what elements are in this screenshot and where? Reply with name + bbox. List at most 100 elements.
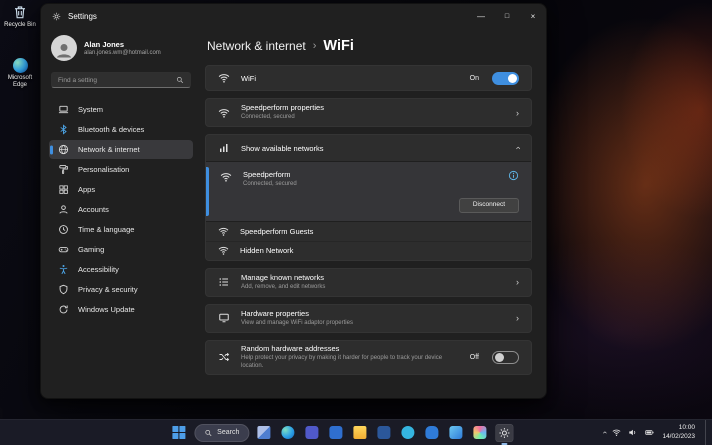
show-desktop-button[interactable]	[705, 420, 708, 445]
sidebar-item-label: Privacy & security	[78, 285, 138, 294]
connected-network-item[interactable]: Speedperform Connected, secured Disconne…	[206, 161, 531, 222]
settings-window: Settings — □ × Alan Jones alan.jones.wm@…	[40, 3, 547, 399]
titlebar[interactable]: Settings — □ ×	[41, 4, 546, 28]
sidebar-item-network-and-internet[interactable]: Network & internet	[49, 140, 193, 159]
shuffle-icon	[218, 351, 230, 363]
taskbar-app-onedrive[interactable]	[423, 424, 441, 442]
taskbar-app-store[interactable]	[447, 424, 465, 442]
desktop-icon-recycle-bin[interactable]: Recycle Bin	[1, 4, 39, 29]
taskbar-app-teams[interactable]	[303, 424, 321, 442]
sidebar-item-label: Time & language	[78, 225, 134, 234]
network-item-hidden-network[interactable]: Hidden Network	[206, 241, 531, 260]
show-available-networks-header[interactable]: Show available networks ›	[206, 135, 531, 161]
properties-title: Speedperform properties	[241, 103, 505, 112]
sidebar-item-gaming[interactable]: Gaming	[49, 240, 193, 259]
info-icon[interactable]	[508, 170, 519, 181]
account-profile[interactable]: Alan Jones alan.jones.wm@hotmail.com	[51, 35, 191, 61]
sidebar-item-label: Accessibility	[78, 265, 119, 274]
sidebar-item-label: Network & internet	[78, 145, 140, 154]
taskbar-app-edge[interactable]	[279, 424, 297, 442]
taskbar-clock[interactable]: 10:00 14/02/2023	[662, 424, 695, 441]
sidebar-item-personalisation[interactable]: Personalisation	[49, 160, 193, 179]
desktop-icon-label: Recycle Bin	[4, 22, 36, 29]
desktop-icon-label: Microsoft Edge	[1, 75, 39, 89]
clock-date: 14/02/2023	[662, 433, 695, 441]
page-title: WiFi	[323, 38, 353, 54]
taskbar-search[interactable]: Search	[194, 424, 249, 442]
sidebar-item-label: Gaming	[78, 245, 104, 254]
close-button[interactable]: ×	[520, 4, 546, 28]
taskbar-app-word[interactable]	[375, 424, 393, 442]
sidebar-item-bluetooth-and-devices[interactable]: Bluetooth & devices	[49, 120, 193, 139]
wifi-icon	[220, 171, 232, 183]
properties-subtitle: Connected, secured	[241, 113, 505, 121]
hardware-properties-row[interactable]: Hardware properties View and manage WiFi…	[205, 304, 532, 333]
wifi-icon	[218, 245, 229, 256]
privacy-icon	[58, 284, 69, 295]
wifi-toggle-state: On	[470, 75, 479, 82]
wifi-tray-icon[interactable]	[612, 428, 621, 437]
profile-name: Alan Jones	[84, 40, 161, 49]
random-hardware-toggle[interactable]	[492, 351, 519, 364]
connected-network-name: Speedperform	[243, 170, 297, 179]
sidebar-item-time-and-language[interactable]: Time & language	[49, 220, 193, 239]
random-hardware-addresses-row[interactable]: Random hardware addresses Help protect y…	[205, 340, 532, 375]
minimize-button[interactable]: —	[468, 4, 494, 28]
search-box[interactable]	[51, 72, 191, 88]
bluetooth-icon	[58, 124, 69, 135]
network-item-name: Hidden Network	[240, 246, 293, 255]
taskbar-app-task-view[interactable]	[255, 424, 273, 442]
manage-known-networks-row[interactable]: Manage known networks Add, remove, and e…	[205, 268, 532, 297]
random-subtitle: Help protect your privacy by making it h…	[241, 354, 459, 371]
wifi-icon	[218, 226, 229, 237]
sidebar-item-accessibility[interactable]: Accessibility	[49, 260, 193, 279]
breadcrumb-separator-icon: ›	[313, 40, 317, 52]
sidebar: Alan Jones alan.jones.wm@hotmail.com Sys…	[41, 28, 199, 398]
battery-tray-icon[interactable]	[644, 428, 655, 437]
random-toggle-state: Off	[470, 354, 479, 361]
sidebar-item-label: Windows Update	[78, 305, 135, 314]
network-list: Speedperform Guests Hidden Network	[206, 222, 531, 260]
main-content: Network & internet › WiFi WiFi On	[199, 28, 546, 398]
sidebar-item-apps[interactable]: Apps	[49, 180, 193, 199]
wifi-toggle-row[interactable]: WiFi On	[205, 65, 532, 91]
taskbar-app-skype[interactable]	[399, 424, 417, 442]
wifi-toggle[interactable]	[492, 72, 519, 85]
desktop-icon-microsoft-edge[interactable]: Microsoft Edge	[1, 58, 39, 89]
manage-title: Manage known networks	[241, 273, 505, 282]
taskbar-app-file-explorer[interactable]	[351, 424, 369, 442]
sidebar-item-windows-update[interactable]: Windows Update	[49, 300, 193, 319]
taskbar-app-photos[interactable]	[471, 424, 489, 442]
network-properties-row[interactable]: Speedperform properties Connected, secur…	[205, 98, 532, 127]
available-networks-label: Show available networks	[241, 144, 505, 153]
edge-icon	[282, 426, 295, 439]
network-item-speedperform-guests[interactable]: Speedperform Guests	[206, 222, 531, 241]
wifi-row-label: WiFi	[241, 74, 459, 83]
volume-tray-icon[interactable]	[628, 428, 637, 437]
start-button[interactable]	[170, 424, 188, 442]
personalisation-icon	[58, 164, 69, 175]
breadcrumb-parent[interactable]: Network & internet	[207, 39, 306, 53]
hardware-title: Hardware properties	[241, 309, 505, 318]
wifi-icon	[218, 72, 230, 84]
taskbar-app-outlook[interactable]	[327, 424, 345, 442]
taskbar-search-label: Search	[217, 429, 239, 436]
wifi-icon	[218, 107, 230, 119]
system-tray: › 10:00 14/02/2023	[603, 420, 708, 445]
taskbar-app-settings[interactable]	[495, 424, 513, 442]
disconnect-button[interactable]: Disconnect	[459, 198, 519, 213]
sidebar-item-privacy-and-security[interactable]: Privacy & security	[49, 280, 193, 299]
maximize-button[interactable]: □	[494, 4, 520, 28]
skype-icon	[402, 426, 415, 439]
sidebar-item-system[interactable]: System	[49, 100, 193, 119]
edge-icon	[13, 58, 28, 73]
globe-icon	[58, 144, 69, 155]
sidebar-item-label: Apps	[78, 185, 95, 194]
search-input[interactable]	[58, 77, 176, 84]
file-explorer-icon	[354, 426, 367, 439]
hidden-icons-chevron[interactable]: ›	[600, 431, 609, 434]
sidebar-item-label: Personalisation	[78, 165, 129, 174]
taskbar: Search › 10:00 14/02/2023	[0, 419, 712, 445]
sidebar-item-accounts[interactable]: Accounts	[49, 200, 193, 219]
recycle-bin-icon	[12, 4, 28, 20]
